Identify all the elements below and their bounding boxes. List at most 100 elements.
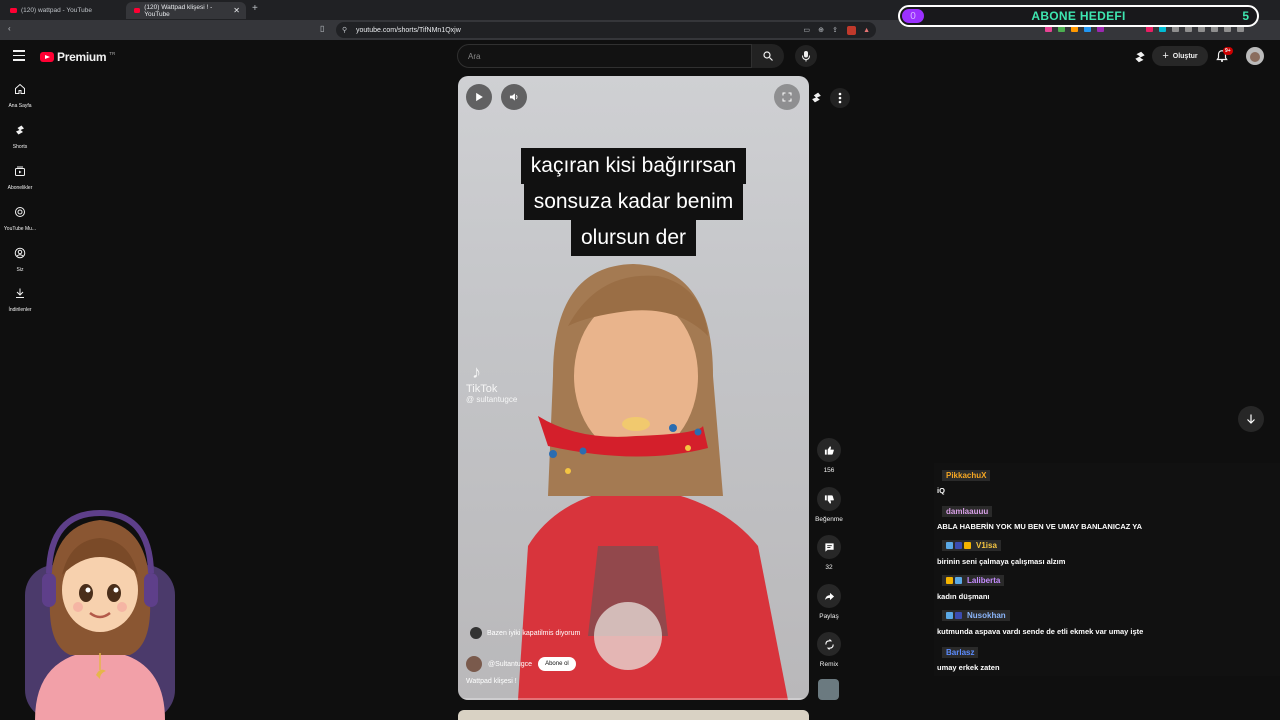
share-icon[interactable]: ⇪: [832, 26, 838, 34]
mod-badge-icon: [955, 612, 962, 619]
sidebar-item-downloads[interactable]: İndirilenler: [0, 286, 40, 313]
browser-tab-wattpad[interactable]: (120) wattpad - YouTube: [2, 2, 122, 19]
chat-username-tag[interactable]: V1isa: [942, 540, 1001, 551]
zoom-icon[interactable]: ⊕: [818, 26, 824, 34]
like-count: 156: [823, 467, 835, 474]
sidebar-item-you[interactable]: Siz: [0, 246, 40, 273]
shorts-help-icon[interactable]: [1133, 50, 1147, 69]
logo-word: Premium: [57, 50, 107, 64]
channel-avatar[interactable]: [466, 656, 482, 672]
shorts-icon: [16, 125, 24, 135]
next-video-button[interactable]: [1238, 406, 1264, 432]
chat-message: Laliberta kadın düşmanı: [934, 569, 1280, 605]
tab-title: (120) Wattpad klişesi ! - YouTube: [144, 3, 213, 18]
chat-username-tag[interactable]: PikkachuX: [942, 470, 991, 481]
caption-line: sonsuza kadar benim: [523, 184, 744, 220]
sidebar-item-label: YouTube Mu...: [3, 226, 37, 232]
close-tab-icon[interactable]: ✕: [233, 6, 240, 15]
install-app-icon[interactable]: ▭: [803, 26, 810, 34]
sidebar-item-label: İndirilenler: [8, 307, 32, 313]
sidebar-item-label: Shorts: [12, 144, 28, 150]
play-icon: [475, 92, 483, 102]
chat-username-tag[interactable]: Laliberta: [942, 575, 1005, 586]
tiktok-logo-icon: ♪: [472, 362, 481, 382]
goal-title: ABONE HEDEFI: [1031, 9, 1126, 23]
site-info-icon[interactable]: ⚲: [342, 26, 347, 34]
chat-username: V1isa: [976, 541, 997, 550]
comments-button[interactable]: 32: [812, 535, 846, 571]
chat-message: PikkachuX iQ: [934, 463, 1280, 499]
search-input[interactable]: Ara: [457, 44, 752, 68]
url-field[interactable]: ⚲ youtube.com/shorts/TifNMn1Qxjw ▭ ⊕ ⇪ ▲: [336, 22, 876, 38]
remix-button[interactable]: Remix: [812, 632, 846, 668]
youtube-favicon-icon: [10, 8, 17, 13]
more-vertical-icon: [838, 92, 842, 104]
back-arrow-icon[interactable]: ‹: [8, 24, 11, 33]
chat-username-tag[interactable]: Barlasz: [942, 647, 979, 658]
sidebar-item-youtube-music[interactable]: YouTube Mu...: [0, 205, 40, 232]
chat-username: PikkachuX: [946, 471, 987, 480]
tab-title: (120) wattpad - YouTube: [21, 7, 92, 14]
sidebar-item-label: Siz: [16, 267, 24, 273]
dislike-button[interactable]: Beğenme: [812, 487, 846, 523]
chat-username: Laliberta: [967, 576, 1001, 585]
dislike-label: Beğenme: [815, 516, 843, 523]
share-button[interactable]: Paylaş: [812, 584, 846, 620]
search-button[interactable]: [752, 44, 784, 68]
hamburger-menu-icon[interactable]: [13, 50, 25, 64]
shorts-video-player[interactable]: kaçıran kisi bağırırsan sonsuza kadar be…: [458, 76, 809, 700]
video-caption: kaçıran kisi bağırırsan sonsuza kadar be…: [458, 148, 809, 256]
tiktok-watermark: ♪ TikTok @ sultantugce: [466, 362, 517, 404]
gift-badge-icon: [964, 542, 971, 549]
share-label: Paylaş: [819, 613, 839, 620]
chat-text: birinin seni çalmaya çalışması alzım: [937, 557, 1066, 566]
logo-country: TR: [109, 50, 116, 56]
volume-button[interactable]: [501, 84, 527, 110]
sound-thumbnail[interactable]: [818, 679, 839, 700]
chat-text: kutmunda aspava vardı sende de etli ekme…: [937, 627, 1144, 636]
microphone-icon: [802, 51, 810, 62]
channel-handle[interactable]: @Sultantugce: [488, 661, 532, 668]
fullscreen-button[interactable]: [774, 84, 800, 110]
sidebar-item-subscriptions[interactable]: Abonelikler: [0, 164, 40, 191]
warning-icon[interactable]: ▲: [863, 27, 870, 34]
play-button[interactable]: [466, 84, 492, 110]
sound-info[interactable]: Bazen iyiki kapatilmis diyorum: [470, 627, 580, 639]
youtube-favicon-icon: [134, 8, 141, 13]
next-short-preview[interactable]: [458, 710, 809, 720]
create-button[interactable]: + Oluştur: [1152, 46, 1208, 66]
chat-text: umay erkek zaten: [937, 663, 1000, 672]
plus-icon: +: [1162, 50, 1169, 62]
search-icon: [763, 51, 773, 61]
caption-line: olursun der: [570, 220, 697, 256]
new-tab-button[interactable]: +: [252, 3, 258, 14]
youtube-music-icon: [15, 207, 25, 217]
tiktok-brand: TikTok: [466, 383, 498, 395]
sidebar-item-shorts[interactable]: Shorts: [0, 123, 40, 150]
video-progress-bar[interactable]: [458, 698, 809, 700]
chat-username-tag[interactable]: Nusokhan: [942, 610, 1010, 621]
sound-title: Bazen iyiki kapatilmis diyorum: [487, 629, 581, 637]
voice-search-button[interactable]: [795, 45, 817, 67]
more-options-button[interactable]: [830, 88, 850, 108]
like-button[interactable]: 156: [812, 438, 846, 474]
account-avatar[interactable]: [1246, 47, 1264, 65]
subscriber-goal-overlay: 0 ABONE HEDEFI 5: [898, 5, 1259, 27]
thumbs-down-icon: [824, 494, 834, 504]
comment-icon: [824, 542, 834, 552]
chat-username-tag[interactable]: damlaauuu: [942, 506, 993, 517]
youtube-premium-logo[interactable]: Premium TR: [40, 50, 115, 64]
share-arrow-icon: [824, 592, 834, 600]
browser-tab-wattpad-klisesi[interactable]: (120) Wattpad klişesi ! - YouTube ✕: [126, 2, 246, 19]
home-icon: [15, 83, 25, 94]
sidebar-item-label: Abonelikler: [7, 185, 33, 191]
sidebar-item-home[interactable]: Ana Sayfa: [0, 82, 40, 109]
extension-shield-icon[interactable]: [847, 25, 856, 35]
video-title[interactable]: Wattpad klişesi !: [466, 678, 517, 685]
volume-icon: [509, 93, 517, 101]
streamer-avatar-illustration: [25, 509, 175, 720]
chat-message: Barlasz umay erkek zaten: [934, 640, 1280, 676]
sub-badge-icon: [946, 542, 953, 549]
bookmark-icon[interactable]: ▯: [320, 24, 324, 33]
subscribe-button[interactable]: Abone ol: [538, 657, 576, 671]
